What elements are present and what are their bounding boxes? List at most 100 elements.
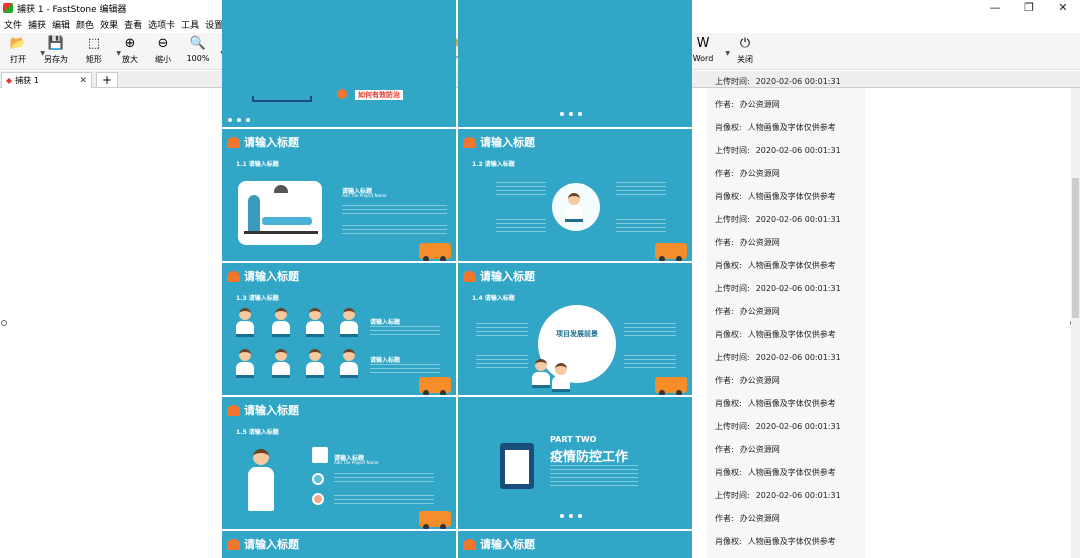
- row-value: 人物画像及字体仅供参考: [747, 261, 836, 270]
- slide-subtitle: 1.1 请输入标题: [236, 161, 279, 168]
- slide-subtitle: 1.3 请输入标题: [236, 295, 279, 302]
- vertical-scrollbar[interactable]: [1071, 88, 1080, 558]
- row-value: 办公资源网: [739, 514, 780, 523]
- ambulance-icon: [655, 243, 687, 261]
- part-label: PART TWO: [550, 435, 597, 444]
- row-label: 上传时间:: [715, 284, 750, 293]
- row-label: 肖像权:: [715, 399, 742, 408]
- open-folder-button[interactable]: 📂 打开 ▼: [0, 36, 45, 68]
- zoom-out-button[interactable]: ⊖ 缩小: [143, 36, 183, 68]
- author-row: 作者: 办公资源网: [715, 444, 780, 455]
- tab-capture-1[interactable]: ◆ 捕获 1 ✕: [1, 72, 92, 88]
- clipboard-icon: [500, 443, 534, 489]
- slide-heading: 请输入标题: [244, 136, 299, 149]
- row-value: 人物画像及字体仅供参考: [747, 330, 836, 339]
- slide-caption: 如何有效防治: [355, 90, 403, 100]
- slide-subtitle: 1.4 请输入标题: [472, 295, 515, 302]
- toolbar-label: 矩形: [86, 55, 102, 64]
- upload-time-row: 上传时间: 2020-02-06 00:01:31: [715, 352, 841, 363]
- slide-heading: 请输入标题: [480, 270, 535, 283]
- upload-time-row: 上传时间: 2020-02-06 00:01:31: [715, 421, 841, 432]
- row-label: 作者:: [715, 169, 734, 178]
- row-label: 作者:: [715, 100, 734, 109]
- heart-icon: [337, 89, 347, 99]
- image-canvas[interactable]: 如何有效防治 请输入标题 1.1 请输入标题 请输入标题 Add The Pro…: [0, 0, 1080, 558]
- heart-icon: [227, 270, 240, 282]
- slide-1-4: 请输入标题 1.4 请输入标题 项目发展前景: [458, 263, 692, 395]
- ambulance-icon: [655, 377, 687, 395]
- slide-part-two: PART TWO 疫情防控工作: [458, 397, 692, 529]
- row-value: 办公资源网: [739, 238, 780, 247]
- placeholder-subtitle: Add The Project Name: [342, 193, 387, 198]
- ambulance-icon: [419, 243, 451, 261]
- heart-icon: [227, 136, 240, 148]
- portrait-rights-row: 肖像权: 人物画像及字体仅供参考: [715, 467, 836, 478]
- heart-icon: [227, 538, 240, 550]
- placeholder-title-2: 请输入标题: [370, 357, 401, 364]
- row-value: 人物画像及字体仅供参考: [747, 537, 836, 546]
- row-value: 2020-02-06 00:01:31: [755, 422, 841, 431]
- row-label: 作者:: [715, 307, 734, 316]
- row-value: 人物画像及字体仅供参考: [747, 468, 836, 477]
- tab-modified-icon: ◆: [6, 76, 13, 85]
- tab-label: 捕获 1: [15, 76, 39, 85]
- open-folder-icon: 📂: [9, 36, 27, 51]
- menu-item[interactable]: 捕获: [28, 18, 46, 31]
- menu-item[interactable]: 文件: [4, 18, 22, 31]
- heart-icon: [463, 270, 476, 282]
- add-tab-button[interactable]: +: [96, 72, 118, 88]
- row-label: 上传时间:: [715, 215, 750, 224]
- zoom-100-icon: 🔍: [189, 36, 207, 51]
- row-value: 2020-02-06 00:01:31: [755, 77, 841, 86]
- row-value: 办公资源网: [739, 169, 780, 178]
- row-label: 作者:: [715, 514, 734, 523]
- scrollbar-thumb[interactable]: [1072, 178, 1079, 318]
- zoom-in-icon: ⊕: [124, 36, 136, 51]
- toolbar-label: 关闭: [737, 55, 753, 64]
- row-label: 肖像权:: [715, 123, 742, 132]
- menu-item[interactable]: 编辑: [52, 18, 70, 31]
- row-value: 人物画像及字体仅供参考: [747, 399, 836, 408]
- row-label: 肖像权:: [715, 330, 742, 339]
- menu-item[interactable]: 颜色: [76, 18, 94, 31]
- row-value: 办公资源网: [739, 307, 780, 316]
- slide-heading: 请输入标题: [244, 270, 299, 283]
- surgery-illustration: [238, 181, 322, 245]
- power-close-button[interactable]: ⏻ 关闭: [725, 36, 765, 68]
- author-row: 作者: 办公资源网: [715, 513, 780, 524]
- tab-close-icon[interactable]: ✕: [79, 76, 87, 86]
- portrait-rights-row: 肖像权: 人物画像及字体仅供参考: [715, 191, 836, 202]
- slide-1-3: 请输入标题 1.3 请输入标题 请输入标题 请输入标题: [222, 263, 456, 395]
- close-window-button[interactable]: ✕: [1046, 0, 1080, 15]
- upload-time-row: 上传时间: 2020-02-06 00:01:31: [715, 214, 841, 225]
- toolbar-label: Word: [692, 54, 714, 63]
- window-title: 捕获 1 - FastStone 编辑器: [17, 4, 127, 15]
- maximize-button[interactable]: ❐: [1012, 0, 1046, 15]
- portrait-rights-row: 肖像权: 人物画像及字体仅供参考: [715, 260, 836, 271]
- slide-subtitle: 1.5 请输入标题: [236, 429, 279, 436]
- row-value: 2020-02-06 00:01:31: [755, 491, 841, 500]
- laptop-illustration: [252, 96, 312, 102]
- menu-item[interactable]: 效果: [100, 18, 118, 31]
- row-label: 上传时间:: [715, 491, 750, 500]
- minimize-button[interactable]: —: [978, 0, 1012, 15]
- rectangle-select-button[interactable]: ⬚ 矩形 ▼: [74, 36, 121, 68]
- save-button[interactable]: 💾 另存为: [36, 36, 76, 68]
- upload-time-row: 上传时间: 2020-02-06 00:01:31: [715, 145, 841, 156]
- row-label: 上传时间:: [715, 422, 750, 431]
- menu-item[interactable]: 查看: [124, 18, 142, 31]
- word-icon: W: [696, 36, 710, 51]
- menu-item[interactable]: 选项卡: [148, 18, 175, 31]
- resize-handle-left[interactable]: [1, 320, 7, 326]
- placeholder-title: 请输入标题: [370, 319, 401, 326]
- menu-item[interactable]: 工具: [181, 18, 199, 31]
- zoom-100-button[interactable]: 🔍100%▼: [178, 36, 225, 68]
- toolbar-label: 缩小: [155, 55, 171, 64]
- slide-heading: 请输入标题: [480, 538, 535, 551]
- slide-heading: 请输入标题: [244, 404, 299, 417]
- portrait-rights-row: 肖像权: 人物画像及字体仅供参考: [715, 329, 836, 340]
- slide-partial-bottom-left: 请输入标题: [222, 531, 456, 558]
- menu-item[interactable]: 设置: [205, 18, 223, 31]
- ambulance-icon: [419, 511, 451, 529]
- doctor-illustration: [246, 449, 276, 525]
